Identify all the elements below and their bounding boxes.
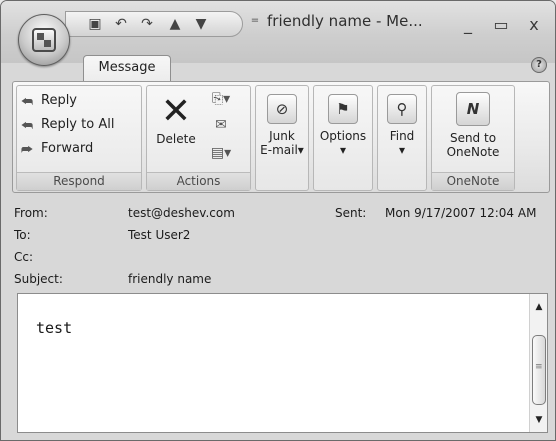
respond-group-label: Respond [17,172,141,190]
previous-item-icon[interactable]: ▲ [166,15,184,33]
subject-label: Subject: [14,272,63,286]
delete-button[interactable]: ✕ Delete [151,91,201,147]
message-header: From: test@deshev.com Sent: Mon 9/17/200… [12,204,550,291]
options-button[interactable]: ⚑ Options ▾ [316,94,370,157]
cc-label: Cc: [14,250,34,264]
office-button[interactable] [18,14,70,66]
options-group: ⚑ Options ▾ [313,85,373,191]
reply-button[interactable]: ⮪ Reply [21,90,77,111]
binoculars-icon: ⚲ [387,94,417,124]
junk-email-button[interactable]: ⊘ Junk E-mail▾ [258,94,306,157]
quick-access-toolbar: ▣ ↶ ↷ ▲ ▼ [65,11,243,37]
tab-message[interactable]: Message [83,55,171,82]
delete-icon: ✕ [160,91,192,132]
to-value[interactable]: Test User2 [128,228,190,242]
actions-group: ✕ Delete ⎘▾ ✉ ▤▾ Actions [146,85,251,191]
message-window: ▣ ↶ ↷ ▲ ▼ = friendly name - Me... _ ▭ x … [0,0,556,441]
sent-label: Sent: [335,206,367,220]
reply-icon: ⮪ [21,95,34,110]
onenote-group-label: OneNote [432,172,514,190]
find-group: ⚲ Find ▾ [377,85,427,191]
help-button[interactable]: ? [531,57,547,73]
reply-all-button[interactable]: ⮪ Reply to All [21,114,114,135]
other-actions-icon[interactable]: ✉ [209,116,233,134]
respond-group: ⮪ Reply ⮪ Reply to All ⮫ Forward Respond [16,85,142,191]
office-logo-icon [32,28,56,52]
junk-email-group: ⊘ Junk E-mail▾ [255,85,309,191]
maximize-button[interactable]: ▭ [488,14,514,36]
from-label: From: [14,206,48,220]
find-button[interactable]: ⚲ Find ▾ [380,94,424,157]
sent-value: Mon 9/17/2007 12:04 AM [385,206,537,220]
send-to-onenote-button[interactable]: N Send to OneNote [436,92,510,159]
ribbon-tab-bar: Message ? [1,47,555,82]
forward-icon: ⮫ [21,143,34,158]
scroll-down-icon[interactable]: ▼ [532,413,546,427]
from-value[interactable]: test@deshev.com [128,206,235,220]
save-icon[interactable]: ▣ [86,15,104,33]
actions-group-label: Actions [147,172,250,190]
vertical-scrollbar[interactable]: ▲ ▼ [529,294,547,432]
message-body[interactable]: test ▲ ▼ [17,293,548,433]
reply-all-icon: ⮪ [21,119,34,134]
next-item-icon[interactable]: ▼ [192,15,210,33]
scrollbar-thumb[interactable] [532,335,546,405]
onenote-icon: N [456,92,490,126]
onenote-group: N Send to OneNote OneNote [431,85,515,191]
customize-quick-access-button[interactable]: = [248,15,262,33]
to-label: To: [14,228,31,242]
minimize-button[interactable]: _ [455,14,481,36]
redo-icon[interactable]: ↷ [138,15,156,33]
undo-icon[interactable]: ↶ [112,15,130,33]
ribbon: ⮪ Reply ⮪ Reply to All ⮫ Forward Respond ✕ … [12,81,550,193]
close-button[interactable]: x [521,14,547,36]
message-body-text: test [36,319,73,337]
forward-button[interactable]: ⮫ Forward [21,138,93,159]
move-to-folder-icon[interactable]: ⎘▾ [209,90,233,108]
block-sender-icon: ⊘ [267,94,297,124]
create-rule-icon[interactable]: ▤▾ [209,144,233,162]
subject-value: friendly name [128,272,212,286]
flag-icon: ⚑ [328,94,358,124]
window-title: friendly name - Me... [267,12,423,30]
scroll-up-icon[interactable]: ▲ [532,300,546,314]
